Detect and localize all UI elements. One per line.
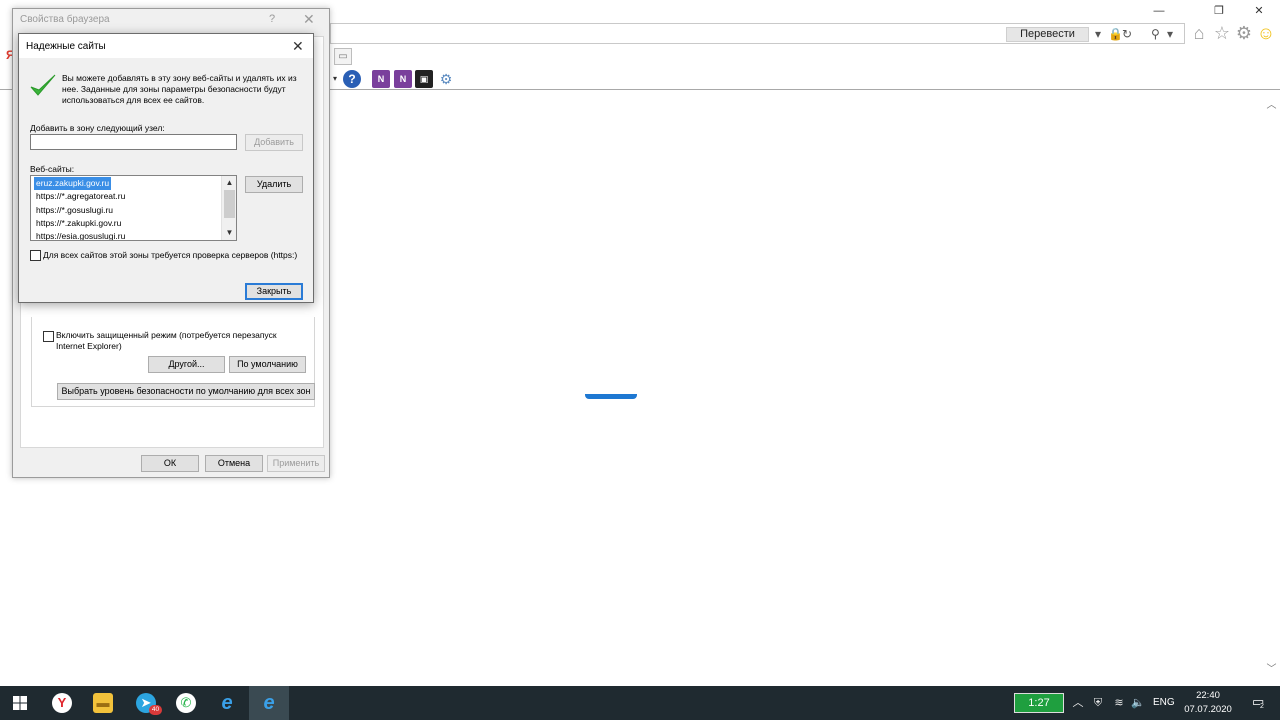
taskbar-telegram[interactable]: ➤ 40 xyxy=(126,686,166,720)
close-button[interactable]: Закрыть xyxy=(245,283,303,300)
protected-mode-checkbox[interactable] xyxy=(43,331,54,342)
search-icon[interactable]: ⚲ xyxy=(1151,27,1160,42)
dropdown-icon[interactable]: ▾ xyxy=(1095,27,1101,42)
clock-date: 07.07.2020 xyxy=(1184,704,1232,715)
remove-button[interactable]: Удалить xyxy=(245,176,303,193)
close-icon[interactable]: ✕ xyxy=(303,11,315,28)
internet-explorer-icon: e xyxy=(221,692,233,714)
feedback-smiley-icon[interactable]: ☺ xyxy=(1255,22,1277,44)
scroll-up-icon[interactable]: ▲ xyxy=(222,177,236,189)
close-window-icon[interactable]: ✕ xyxy=(1244,2,1274,20)
windows-logo-icon xyxy=(13,696,27,710)
default-level-button[interactable]: По умолчанию xyxy=(229,356,306,373)
restore-icon[interactable]: ❐ xyxy=(1204,2,1234,20)
dialog-title: Надежные сайты xyxy=(26,41,106,52)
taskbar: Y ▬ ➤ 40 ✆ e e 1:27 ︿ ⛨ ≋ 🔈 ENG 22:40 07… xyxy=(0,686,1280,720)
address-bar[interactable]: Перевести ▾ 🔒 ↻ ⚲ ▾ xyxy=(330,23,1185,44)
folder-icon: ▬ xyxy=(93,693,113,713)
onenote-linked-notes-icon[interactable]: N xyxy=(394,70,412,88)
settings-gear-icon[interactable]: ⚙ xyxy=(437,70,455,88)
list-item[interactable]: https://esia.gosuslugi.ru xyxy=(34,230,127,240)
list-item[interactable]: eruz.zakupki.gov.ru xyxy=(34,177,112,190)
home-icon[interactable]: ⌂ xyxy=(1188,22,1210,44)
cancel-button[interactable]: Отмена xyxy=(205,455,263,472)
zone-description: Вы можете добавлять в эту зону веб-сайты… xyxy=(62,73,297,105)
help-icon[interactable]: ? xyxy=(343,70,361,88)
address-bar-row: Перевести ▾ 🔒 ↻ ⚲ ▾ xyxy=(330,22,1280,46)
onenote-send-icon[interactable]: N xyxy=(372,70,390,88)
https-required-checkbox[interactable] xyxy=(30,250,41,261)
custom-level-button[interactable]: Другой... xyxy=(148,356,225,373)
taskbar-whatsapp[interactable]: ✆ xyxy=(166,686,206,720)
wifi-icon[interactable]: ≋ xyxy=(1112,695,1126,711)
add-button[interactable]: Добавить xyxy=(245,134,303,151)
refresh-icon[interactable]: ↻ xyxy=(1122,27,1132,42)
apply-button[interactable]: Применить xyxy=(267,455,325,472)
taskbar-internet-explorer-active[interactable]: e xyxy=(249,686,289,720)
search-dropdown-icon[interactable]: ▾ xyxy=(1167,27,1173,42)
https-required-label: Для всех сайтов этой зоны требуется пров… xyxy=(43,250,298,260)
close-icon[interactable]: ✕ xyxy=(292,38,304,55)
dialog-titlebar: Надежные сайты ✕ xyxy=(19,34,313,58)
dialog-title: Свойства браузера xyxy=(20,14,110,25)
websites-scrollbar[interactable]: ▲ ▼ xyxy=(221,176,236,240)
websites-list[interactable]: eruz.zakupki.gov.ru https://*.agregatore… xyxy=(30,175,237,241)
settings-gear-icon[interactable]: ⚙ xyxy=(1233,22,1255,44)
add-site-input[interactable] xyxy=(30,134,237,150)
internet-explorer-icon: e xyxy=(263,692,275,714)
loading-indicator xyxy=(585,394,637,399)
volume-icon[interactable]: 🔈 xyxy=(1131,695,1145,711)
screenshot-tool-icon[interactable]: ▣ xyxy=(415,70,433,88)
scroll-thumb[interactable] xyxy=(224,190,235,218)
list-item[interactable]: https://*.gosuslugi.ru xyxy=(34,204,115,217)
yandex-browser-icon: Y xyxy=(52,693,72,713)
add-site-label: Добавить в зону следующий узел: xyxy=(30,123,165,133)
minimize-icon[interactable]: — xyxy=(1144,2,1174,20)
help-icon[interactable]: ? xyxy=(269,13,275,25)
security-tray-icon[interactable]: ⛨ xyxy=(1091,695,1105,711)
taskbar-yandex-browser[interactable]: Y xyxy=(42,686,82,720)
list-item[interactable]: https://*.agregatoreat.ru xyxy=(34,190,127,203)
scroll-up-icon[interactable]: ︿ xyxy=(1263,97,1280,114)
whatsapp-icon: ✆ xyxy=(176,693,196,713)
telegram-badge: 40 xyxy=(149,705,162,715)
scroll-down-icon[interactable]: ▼ xyxy=(222,227,236,239)
chevron-up-icon[interactable]: ︿ xyxy=(1071,695,1085,711)
protected-mode-label: Включить защищенный режим (потребуется п… xyxy=(56,330,277,351)
taskbar-internet-explorer[interactable]: e xyxy=(207,686,247,720)
websites-label: Веб-сайты: xyxy=(30,164,75,174)
notification-count: 2 xyxy=(1260,703,1264,710)
scroll-down-icon[interactable]: ﹀ xyxy=(1263,661,1280,678)
page-scrollbar[interactable]: ︿ ﹀ xyxy=(1263,91,1280,686)
start-button[interactable] xyxy=(0,686,40,720)
language-indicator[interactable]: ENG xyxy=(1153,697,1175,708)
list-item[interactable]: https://*.zakupki.gov.ru xyxy=(34,217,123,230)
lock-icon[interactable]: 🔒 xyxy=(1108,27,1123,42)
battery-indicator[interactable]: 1:27 xyxy=(1014,693,1064,713)
translate-button[interactable]: Перевести xyxy=(1006,27,1089,42)
action-center-button[interactable]: ▭ 2 xyxy=(1240,686,1280,720)
new-tab-button[interactable]: ▭ xyxy=(334,48,352,65)
reset-all-zones-button[interactable]: Выбрать уровень безопасности по умолчани… xyxy=(57,383,315,400)
checkmark-icon xyxy=(30,74,56,96)
clock-time: 22:40 xyxy=(1196,690,1220,701)
trusted-sites-dialog: Надежные сайты ✕ Вы можете добавлять в э… xyxy=(18,33,314,303)
clock[interactable]: 22:40 07.07.2020 xyxy=(1180,689,1236,717)
favorites-icon[interactable]: ☆ xyxy=(1211,22,1233,44)
ok-button[interactable]: ОК xyxy=(141,455,199,472)
taskbar-file-explorer[interactable]: ▬ xyxy=(83,686,123,720)
